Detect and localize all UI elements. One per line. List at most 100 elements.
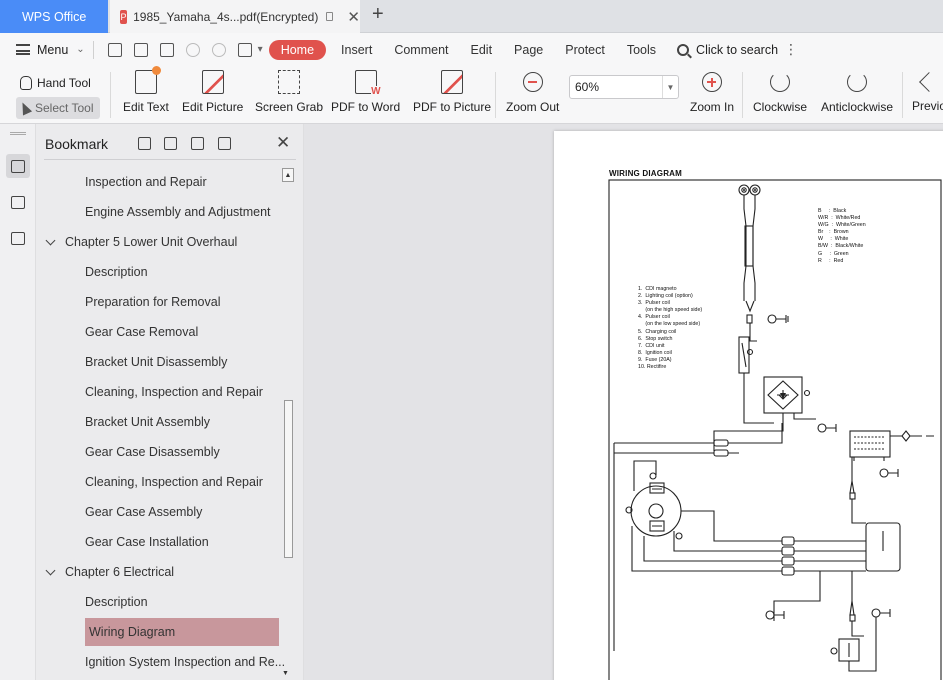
bookmark-label: Description (85, 265, 148, 279)
bookmark-label: Wiring Diagram (89, 625, 176, 639)
zoom-in-button[interactable]: Zoom In (690, 70, 734, 114)
bookmark-item[interactable]: Description (85, 590, 148, 614)
ribbon-toolbar: Hand Tool Select Tool Edit Text Edit Pic… (0, 66, 943, 124)
bookmark-chapter[interactable]: Chapter 6 Electrical (45, 560, 174, 584)
undo-icon[interactable] (185, 42, 200, 57)
bookmark-item[interactable]: Gear Case Removal (85, 320, 198, 344)
tab-page[interactable]: Page (503, 43, 554, 57)
tab-tools[interactable]: Tools (616, 43, 667, 57)
new-tab-icon[interactable]: + (372, 3, 384, 26)
bookmark-item[interactable]: Description (85, 260, 148, 284)
bookmark-list: Inspection and Repair Engine Assembly an… (36, 168, 294, 680)
app-name: WPS Office (22, 9, 87, 24)
zoom-level-select[interactable]: 60% ▼ (569, 75, 679, 99)
bookmark-label: Description (85, 595, 148, 609)
export-icon[interactable] (237, 42, 252, 57)
zoom-out-button[interactable]: Zoom Out (506, 70, 559, 114)
close-panel-icon[interactable]: ✕ (276, 133, 290, 153)
zoom-out-label: Zoom Out (506, 100, 560, 114)
cursor-arrow-icon (17, 100, 33, 116)
rotate-anticlockwise-button[interactable]: Anticlockwise (821, 70, 893, 114)
hand-tool-button[interactable]: Hand Tool (16, 72, 100, 94)
chevron-down-icon[interactable] (45, 565, 56, 575)
save-icon[interactable] (133, 42, 148, 57)
navigation-rail (0, 124, 36, 680)
scroll-up-arrow-icon[interactable]: ▲ (282, 168, 294, 182)
scroll-down-arrow-icon[interactable]: ▼ (282, 670, 294, 680)
signature-icon (11, 231, 25, 245)
scrollbar-thumb[interactable] (284, 400, 293, 558)
tab-insert[interactable]: Insert (330, 43, 383, 57)
hamburger-menu-icon[interactable] (16, 44, 30, 55)
tab-protect[interactable]: Protect (554, 43, 616, 57)
tool-mode-group: Hand Tool Select Tool (16, 72, 100, 119)
clockwise-label: Clockwise (753, 100, 808, 114)
bookmark-item[interactable]: Bracket Unit Disassembly (85, 350, 227, 374)
bookmark-item[interactable]: Inspection and Repair (85, 170, 207, 194)
chevron-down-icon[interactable]: ⌄ (76, 44, 84, 55)
document-tab-title: 1985_Yamaha_4s...pdf(Encrypted) (133, 9, 319, 24)
add-bookmark-icon[interactable] (191, 137, 204, 150)
bookmark-item[interactable]: Ignition System Inspection and Re... (85, 650, 285, 674)
tab-bar: WPS Office P 1985_Yamaha_4s...pdf(Encryp… (0, 0, 943, 33)
rail-grip-icon[interactable] (10, 132, 26, 135)
tab-wps-office[interactable]: WPS Office (0, 0, 108, 33)
expand-all-icon[interactable] (138, 137, 151, 150)
thumbnail-panel-button[interactable] (6, 190, 30, 214)
hand-icon (20, 76, 32, 90)
edit-picture-label: Edit Picture (182, 100, 244, 114)
collapse-all-icon[interactable] (164, 137, 177, 150)
menu-button[interactable]: Menu (37, 43, 68, 57)
edit-picture-button[interactable]: Edit Picture (182, 70, 243, 114)
tab-home[interactable]: Home (268, 39, 327, 60)
signature-panel-button[interactable] (6, 226, 30, 250)
bookmark-list-icon (11, 159, 25, 173)
search-box[interactable]: Click to search (696, 43, 778, 57)
tab-document[interactable]: P 1985_Yamaha_4s...pdf(Encrypted) ✕ (110, 0, 360, 33)
bookmark-label: Bracket Unit Assembly (85, 415, 211, 429)
quick-access-dropdown-icon[interactable]: ▾ (258, 44, 263, 55)
arrow-left-icon (919, 72, 939, 92)
rotate-clockwise-button[interactable]: Clockwise (753, 70, 807, 114)
bookmark-label: Gear Case Disassembly (85, 445, 220, 459)
rotate-clockwise-icon (770, 72, 790, 92)
pdf-to-picture-button[interactable]: PDF to Picture (413, 70, 491, 114)
more-options-icon[interactable]: ⋮ (784, 41, 798, 58)
bookmark-item[interactable]: Preparation for Removal (85, 290, 220, 314)
bookmark-item[interactable]: Cleaning, Inspection and Repair (85, 380, 263, 404)
chevron-down-icon[interactable] (45, 235, 56, 245)
bookmark-label: Cleaning, Inspection and Repair (85, 385, 263, 399)
bookmark-item[interactable]: Gear Case Installation (85, 530, 209, 554)
separator (495, 72, 496, 118)
hand-tool-label: Hand Tool (37, 76, 91, 90)
bookmark-options-icon[interactable] (218, 137, 231, 150)
tab-edit[interactable]: Edit (460, 43, 504, 57)
chevron-down-icon[interactable]: ▼ (662, 76, 678, 98)
bookmark-label: Chapter 5 Lower Unit Overhaul (65, 235, 238, 249)
bookmark-chapter[interactable]: Chapter 5 Lower Unit Overhaul (45, 230, 238, 254)
print-icon[interactable] (159, 42, 174, 57)
pdf-to-word-label: PDF to Word (331, 100, 401, 114)
previous-page-button[interactable]: Previo (912, 70, 943, 113)
bookmark-item[interactable]: Gear Case Disassembly (85, 440, 220, 464)
bookmark-item[interactable]: Cleaning, Inspection and Repair (85, 470, 263, 494)
bookmark-item[interactable]: Gear Case Assembly (85, 500, 202, 524)
pdf-to-word-button[interactable]: PDF to Word (331, 70, 400, 114)
close-tab-icon[interactable]: ✕ (347, 8, 360, 26)
edit-text-button[interactable]: Edit Text (123, 66, 169, 114)
bookmark-item[interactable]: Engine Assembly and Adjustment (85, 200, 271, 224)
select-tool-button[interactable]: Select Tool (16, 97, 100, 119)
screen-grab-button[interactable]: Screen Grab (255, 70, 323, 114)
search-icon[interactable] (677, 43, 690, 56)
bookmark-item[interactable]: Bracket Unit Assembly (85, 410, 210, 434)
document-viewport[interactable]: WIRING DIAGRAM 1. CDI magneto 2. Lightin… (304, 124, 943, 680)
window-preview-icon[interactable] (326, 12, 334, 21)
bookmark-label: Cleaning, Inspection and Repair (85, 475, 263, 489)
open-folder-icon[interactable] (107, 42, 122, 57)
previous-label: Previo (912, 99, 943, 113)
redo-icon[interactable] (211, 42, 226, 57)
bookmark-panel-button[interactable] (6, 154, 30, 178)
tab-comment[interactable]: Comment (383, 43, 459, 57)
separator (110, 72, 111, 118)
bookmark-item-selected[interactable]: Wiring Diagram (85, 618, 279, 646)
